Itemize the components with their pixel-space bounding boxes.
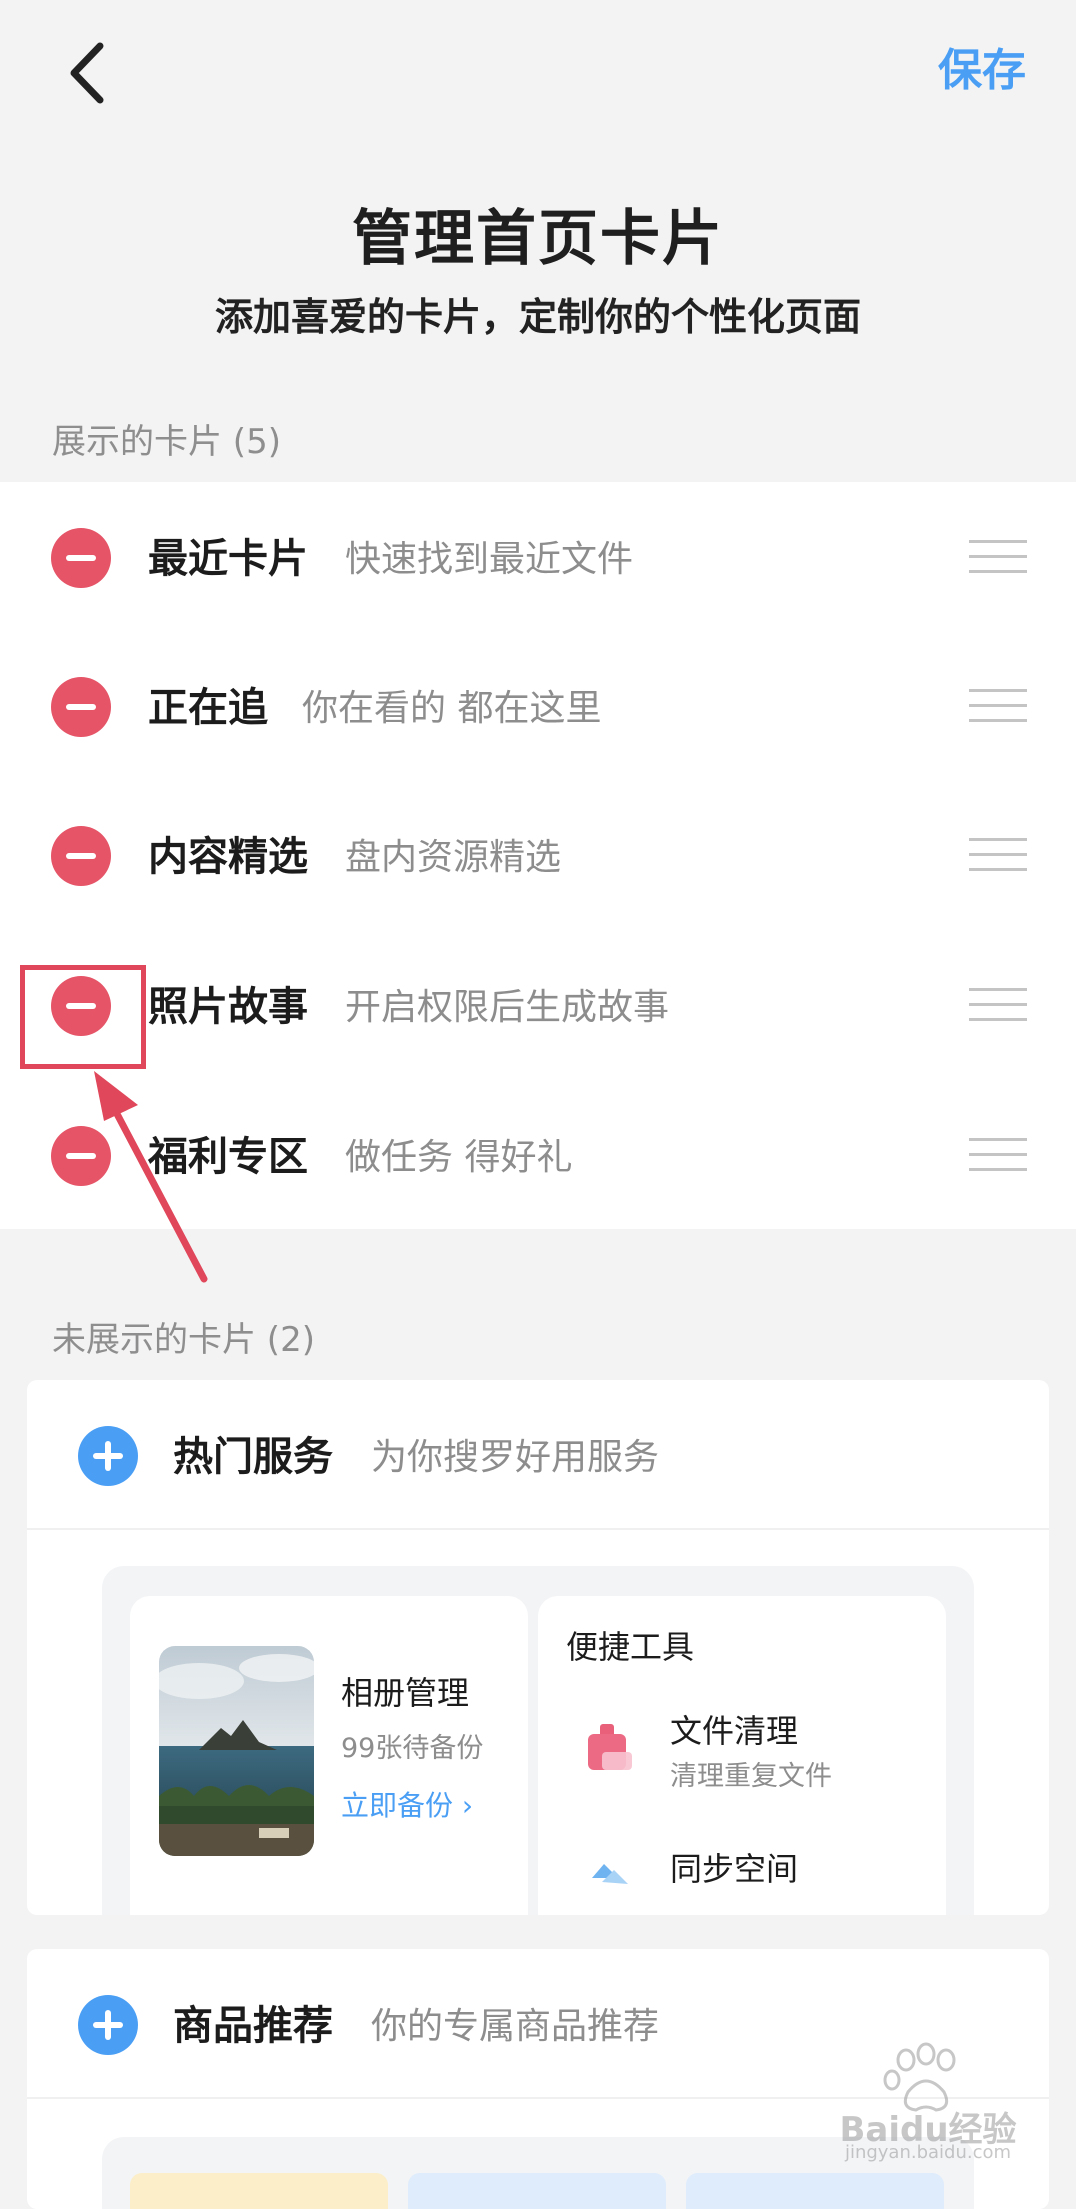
remove-card-button[interactable] <box>51 528 111 588</box>
tool-item-title: 文件清理 <box>670 1712 799 1750</box>
hidden-card-hot-services: 热门服务 为你搜罗好用服务 相册管理 99张待备份 立即备份 › 便捷工具 文件… <box>27 1380 1049 1915</box>
drag-handle-icon[interactable] <box>969 1138 1027 1172</box>
page-subtitle: 添加喜爱的卡片，定制你的个性化页面 <box>214 295 861 339</box>
tools-preview-card: 便捷工具 文件清理 清理重复文件 同步空间 <box>538 1596 946 1915</box>
save-button[interactable]: 保存 <box>938 34 1026 98</box>
annotation-arrow-icon <box>94 1071 208 1283</box>
drag-handle-icon[interactable] <box>969 988 1027 1022</box>
annotation-highlight-box <box>20 965 146 1069</box>
album-title: 相册管理 <box>341 1674 470 1712</box>
list-item: 最近卡片 快速找到最近文件 <box>0 482 1076 631</box>
card-description: 你的专属商品推荐 <box>371 2006 660 2047</box>
product-tile <box>130 2173 388 2209</box>
tools-heading: 便捷工具 <box>566 1628 695 1666</box>
add-card-button[interactable] <box>78 1426 138 1486</box>
product-tile <box>408 2173 666 2209</box>
remove-card-button[interactable] <box>51 826 111 886</box>
drag-handle-icon[interactable] <box>969 838 1027 872</box>
list-item: 正在追 你在看的 都在这里 <box>0 631 1076 780</box>
shown-section-label: 展示的卡片 (5) <box>52 422 281 462</box>
card-title: 内容精选 <box>148 834 308 880</box>
cleanup-icon <box>582 1722 634 1774</box>
card-description: 开启权限后生成故事 <box>345 987 670 1028</box>
add-card-button[interactable] <box>78 1995 138 2055</box>
baidu-watermark-logo: Baidu经验 jingyan.baidu.com <box>828 2042 1028 2163</box>
remove-card-button[interactable] <box>51 677 111 737</box>
card-description: 为你搜罗好用服务 <box>371 1437 660 1478</box>
card-title: 正在追 <box>148 685 268 731</box>
drag-handle-icon[interactable] <box>969 540 1027 574</box>
backup-link-label: 立即备份 <box>341 1789 454 1822</box>
card-preview: 相册管理 99张待备份 立即备份 › 便捷工具 文件清理 清理重复文件 同步空间 <box>102 1566 974 1915</box>
hidden-section-label: 未展示的卡片 (2) <box>52 1320 315 1360</box>
album-preview-card: 相册管理 99张待备份 立即备份 › <box>130 1596 528 1915</box>
divider <box>27 1528 1049 1530</box>
sync-space-icon <box>582 1858 634 1898</box>
card-description: 你在看的 都在这里 <box>302 688 602 729</box>
card-description: 做任务 得好礼 <box>345 1137 573 1178</box>
card-title: 照片故事 <box>148 984 308 1030</box>
card-title: 最近卡片 <box>148 536 308 582</box>
card-description: 盘内资源精选 <box>345 837 562 878</box>
card-title: 商品推荐 <box>173 2003 333 2049</box>
chevron-right-icon: › <box>461 1789 474 1822</box>
list-item: 照片故事 开启权限后生成故事 <box>0 930 1076 1079</box>
page-title: 管理首页卡片 <box>352 204 724 274</box>
chevron-left-icon <box>70 42 104 104</box>
tool-item-title: 同步空间 <box>670 1850 799 1888</box>
drag-handle-icon[interactable] <box>969 689 1027 723</box>
product-tile <box>686 2173 944 2209</box>
back-button[interactable] <box>60 38 120 108</box>
backup-link[interactable]: 立即备份 › <box>341 1784 473 1824</box>
album-subtitle: 99张待备份 <box>341 1733 484 1764</box>
list-item: 内容精选 盘内资源精选 <box>0 780 1076 929</box>
landscape-photo <box>159 1646 314 1856</box>
tool-item-subtitle: 清理重复文件 <box>670 1761 832 1792</box>
card-title: 热门服务 <box>173 1434 333 1480</box>
watermark-subtext: jingyan.baidu.com <box>844 2142 1012 2163</box>
card-description: 快速找到最近文件 <box>345 539 634 580</box>
